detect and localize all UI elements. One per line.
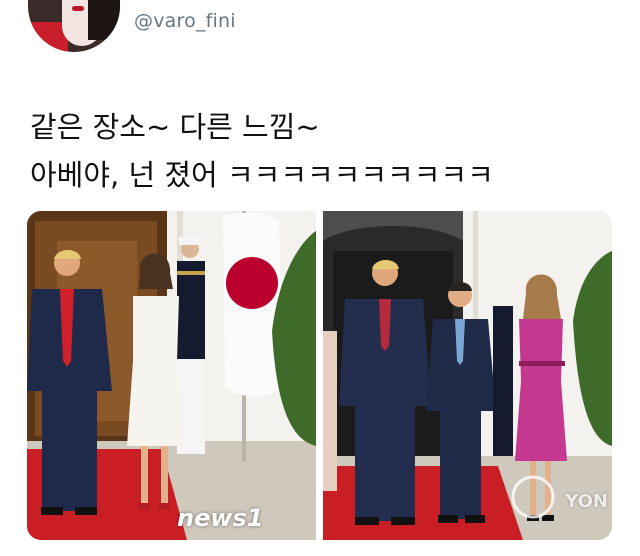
- avatar-hair: [88, 0, 120, 40]
- yonhap-watermark: YON: [565, 491, 608, 512]
- avatar[interactable]: [28, 0, 120, 52]
- news1-watermark: news1: [177, 504, 264, 532]
- photo-left-scene: [27, 211, 316, 540]
- user-handle[interactable]: @varo_fini: [134, 10, 236, 32]
- avatar-lips: [72, 6, 84, 11]
- tweet-text-line-1: 같은 장소~ 다른 느낌~: [30, 110, 320, 144]
- tweet-text-line-2: 아베야, 넌 졌어 ㅋㅋㅋㅋㅋㅋㅋㅋㅋㅋ: [30, 158, 494, 192]
- tweet-photo-left[interactable]: news1: [27, 211, 316, 540]
- tweet-photo-right[interactable]: YON: [323, 211, 612, 540]
